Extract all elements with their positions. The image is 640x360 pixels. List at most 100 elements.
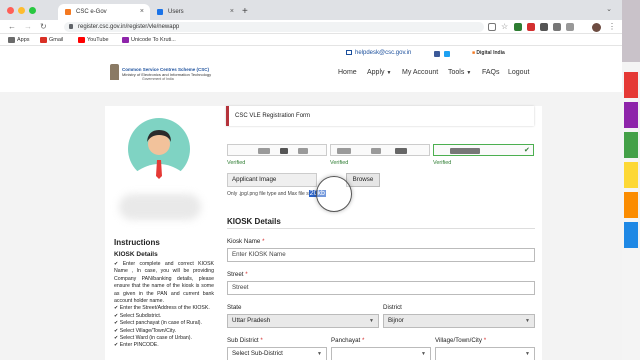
nav-tools[interactable]: Tools ▼: [448, 69, 471, 76]
registration-form: CSC VLE Registration Form ✔ Verified Ver…: [218, 106, 542, 360]
extension-green-icon[interactable]: [514, 23, 522, 31]
chevron-down-icon: ▼: [421, 351, 426, 357]
instruction-text: Select Subdistrict.: [119, 312, 162, 319]
instruction-text: Select Village/Town/City.: [119, 327, 177, 334]
extension-dark-icon[interactable]: [540, 23, 548, 31]
reload-icon[interactable]: ↻: [40, 21, 47, 33]
nav-label: Tools: [448, 69, 465, 76]
helpdesk-email-text: helpdesk@csc.gov.in: [355, 50, 412, 57]
nav-label: Apply: [367, 69, 385, 76]
label-text: Sub District: [227, 337, 259, 344]
kiosk-name-input[interactable]: Enter KIOSK Name: [227, 248, 535, 262]
share-icon[interactable]: [488, 23, 496, 31]
bookmark-label: Unicode To Kruti...: [131, 37, 176, 43]
sub-district-select[interactable]: Select Sub-District ▼: [227, 347, 327, 360]
youtube-icon: [78, 37, 85, 43]
background-tile: [624, 72, 638, 98]
facebook-icon[interactable]: [434, 51, 440, 57]
tab-users[interactable]: Users ×: [150, 4, 240, 20]
digital-india-text: Digital India: [476, 50, 505, 56]
org-government: Government of India: [142, 77, 174, 81]
maximize-window-dot[interactable]: [29, 7, 36, 14]
tab-search-chevron-icon[interactable]: ⌄: [606, 5, 612, 13]
nav-home[interactable]: Home: [338, 69, 357, 76]
verified-field-3[interactable]: [433, 144, 534, 156]
bookmark-gmail[interactable]: Gmail: [40, 35, 63, 45]
chevron-down-icon: ▼: [369, 318, 374, 324]
twitter-icon[interactable]: [444, 51, 450, 57]
redacted-block: [450, 148, 480, 154]
street-label: Street *: [227, 271, 248, 278]
state-select[interactable]: Uttar Pradesh ▼: [227, 314, 379, 328]
nav-label: Logout: [508, 69, 530, 76]
tab-title: CSC e-Gov: [76, 9, 107, 15]
panchayat-select[interactable]: ▼: [331, 347, 431, 360]
close-tab-icon[interactable]: ×: [140, 4, 144, 20]
label-text: Kiosk Name: [227, 238, 261, 245]
bookmarks-bar: Apps Gmail YouTube Unicode To Kruti...: [0, 34, 622, 46]
minimize-window-dot[interactable]: [18, 7, 25, 14]
back-arrow-icon[interactable]: ←: [8, 21, 16, 33]
instructions-list: ✔ Enter complete and correct KIOSK Name …: [114, 261, 214, 350]
instruction-text: Select Ward (in case of Urban).: [119, 335, 192, 342]
instruction-item: ✔ Select Village/Town/City.: [114, 328, 214, 335]
url-field[interactable]: register.csc.gov.in/register/vle/newapp: [64, 22, 484, 32]
instruction-item: ✔ Select Subdistrict.: [114, 313, 214, 320]
forward-arrow-icon[interactable]: →: [24, 21, 32, 33]
profile-avatar[interactable]: [592, 23, 601, 32]
required-mark: *: [361, 337, 365, 344]
background-tile: [624, 162, 638, 188]
apps-grid-icon: [8, 37, 15, 43]
verified-field-2[interactable]: [330, 144, 430, 156]
verified-label-1: Verified: [227, 160, 246, 166]
close-tab-icon[interactable]: ×: [230, 4, 234, 20]
helpdesk-email[interactable]: helpdesk@csc.gov.in: [346, 50, 411, 56]
instructions-title: Instructions: [114, 238, 160, 247]
bookmark-label: YouTube: [87, 37, 109, 43]
site-header: Common Service Centres Scheme (CSC) Mini…: [0, 62, 622, 92]
lock-icon: [69, 24, 73, 29]
browse-button[interactable]: Browse: [346, 173, 380, 187]
instruction-text: Enter complete and correct KIOSK Name , …: [114, 261, 214, 305]
verified-field-1[interactable]: [227, 144, 327, 156]
address-bar: ← → ↻ register.csc.gov.in/register/vle/n…: [0, 20, 622, 34]
label-text: Village/Town/City: [435, 337, 482, 344]
panchayat-label: Panchayat *: [331, 337, 364, 344]
caret-down-icon: ▼: [386, 70, 392, 76]
district-label: District: [383, 304, 402, 311]
extension-red-icon[interactable]: [527, 23, 535, 31]
nav-apply[interactable]: Apply ▼: [367, 69, 391, 76]
more-menu-icon[interactable]: ⋮: [608, 21, 616, 33]
cast-icon[interactable]: [566, 23, 574, 31]
page-body: Instructions KIOSK Details ✔ Enter compl…: [0, 92, 622, 360]
select-value: Bijnor: [388, 317, 404, 324]
new-tab-button[interactable]: +: [242, 4, 248, 20]
close-window-dot[interactable]: [7, 7, 14, 14]
bookmark-apps[interactable]: Apps: [8, 35, 30, 45]
extensions-puzzle-icon[interactable]: [553, 23, 561, 31]
redacted-block: [395, 148, 407, 154]
required-mark: *: [260, 337, 263, 344]
bookmark-youtube[interactable]: YouTube: [78, 35, 109, 45]
kiosk-name-label: Kiosk Name *: [227, 238, 265, 245]
chevron-down-icon: ▼: [525, 318, 530, 324]
bookmark-unicode[interactable]: Unicode To Kruti...: [122, 35, 176, 45]
check-icon: ✔: [114, 261, 123, 267]
applicant-avatar: [128, 118, 190, 180]
required-mark: *: [245, 271, 248, 278]
label-text: Panchayat: [331, 337, 361, 344]
applicant-image-field[interactable]: Applicant Image: [227, 173, 317, 187]
bookmark-star-icon[interactable]: ☆: [501, 23, 509, 31]
district-select[interactable]: Bijnor ▼: [383, 314, 535, 328]
instruction-text: Select panchayat (in case of Rural).: [119, 320, 202, 327]
nav-my-account[interactable]: My Account: [402, 69, 438, 76]
nav-logout[interactable]: Logout: [508, 69, 529, 76]
gmail-icon: [40, 37, 47, 43]
avatar-shadow: [119, 194, 201, 220]
select-value: Uttar Pradesh: [232, 317, 271, 324]
tab-csc-egov[interactable]: CSC e-Gov ×: [58, 4, 150, 20]
instruction-item: ✔ Select Ward (in case of Urban).: [114, 335, 214, 342]
nav-faqs[interactable]: FAQs: [482, 69, 500, 76]
street-input[interactable]: Street: [227, 281, 535, 295]
village-select[interactable]: ▼: [435, 347, 535, 360]
